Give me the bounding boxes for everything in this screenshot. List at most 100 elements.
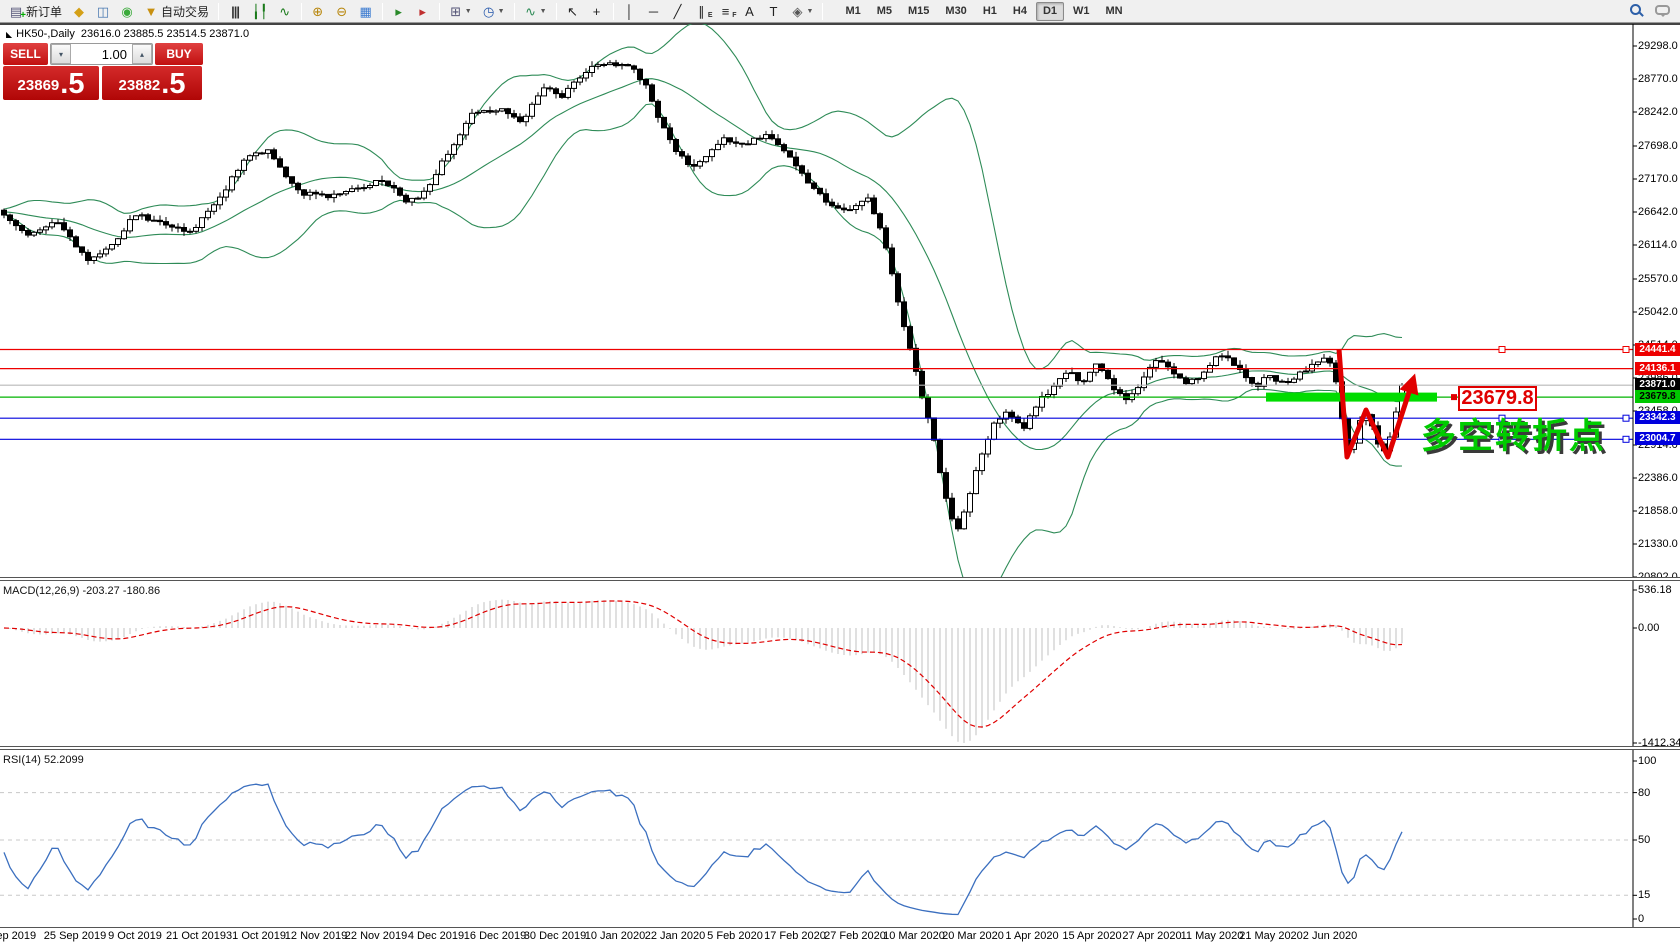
turning-point-annotation[interactable]: 多空转折点	[1421, 408, 1606, 459]
cursor-button[interactable]: ↖	[562, 1, 584, 21]
rsi-panel[interactable]	[0, 750, 1680, 927]
volume-up-button[interactable]: ▴	[132, 44, 152, 64]
candle	[1039, 391, 1045, 412]
macd-panel[interactable]	[0, 581, 1680, 746]
line-chart-button[interactable]: ∿	[274, 1, 296, 21]
candle	[961, 509, 967, 530]
signals-button[interactable]: ◉	[116, 1, 138, 21]
candle	[577, 75, 583, 86]
candle	[1147, 364, 1153, 380]
search-icon[interactable]	[1630, 4, 1641, 15]
candle	[895, 271, 901, 306]
timeframe-d1[interactable]: D1	[1035, 1, 1064, 21]
date-label: 15 Apr 2020	[1062, 930, 1122, 942]
timeframe-h4[interactable]: H4	[1006, 2, 1034, 21]
crosshair-button[interactable]: +	[586, 1, 608, 21]
horizontal-line-button[interactable]: ─	[643, 1, 665, 21]
bar-chart-icon: |||	[231, 3, 240, 19]
trendline-anchor-handle[interactable]	[1451, 394, 1457, 401]
chevron-down-icon: ▼	[806, 7, 814, 15]
candle	[319, 190, 325, 197]
timeframe-m30[interactable]: M30	[938, 2, 973, 21]
candle	[265, 149, 271, 159]
candle	[1285, 377, 1291, 386]
candle	[199, 217, 205, 232]
trendline-button[interactable]: ╱	[667, 1, 689, 21]
timeframe-m1[interactable]: M1	[838, 2, 867, 21]
candle	[427, 183, 433, 196]
timeframe-m15[interactable]: M15	[901, 2, 936, 21]
candle	[223, 185, 229, 202]
volume-stepper[interactable]: ▾ 1.00 ▴	[50, 43, 153, 65]
candle	[805, 169, 811, 184]
channel-button[interactable]: ∥ E	[691, 1, 712, 21]
chat-icon[interactable]	[1655, 4, 1670, 17]
timeframe-h1[interactable]: H1	[976, 2, 1004, 21]
buy-button[interactable]: BUY	[155, 43, 203, 65]
zoom-out-button[interactable]: ⊖	[331, 1, 353, 21]
candle	[421, 187, 427, 201]
candle	[1075, 372, 1081, 386]
price-tick-label: 28770.0	[1638, 73, 1678, 85]
fibonacci-button[interactable]: ≡ F	[715, 1, 737, 21]
candle	[397, 186, 403, 197]
sell-price-display[interactable]: 23869 .5	[3, 66, 99, 100]
volume-down-button[interactable]: ▾	[51, 44, 71, 64]
arrows-button[interactable]: ◈ ▼	[787, 1, 818, 21]
candle	[769, 130, 775, 141]
zoom-in-button[interactable]: ⊕	[307, 1, 329, 21]
support-highlight-bar[interactable]	[1266, 392, 1437, 402]
main-toolbar: ▤ + 新订单 ◆ ◫ ◉ ▼ 自动交易 ||| ╽╿ ∿ ⊕ ⊖ ▦ ▸ ▸ ⊞ ▼ ◷ ▼ ∿ ▼ ↖ + │ ─ ╱ ∥ E ≡ F A…	[0, 0, 1680, 23]
main-price-chart[interactable]	[0, 24, 1680, 577]
timeframe-toolbar: M1 M5 M15 M30 H1 H4 D1 W1 MN	[837, 1, 1130, 21]
line-anchor-handle[interactable]	[1498, 346, 1506, 353]
candle	[523, 113, 529, 127]
candle	[511, 109, 517, 119]
auto-scroll-icon: ▸	[395, 3, 402, 19]
rsi-axis-label: 80	[1638, 786, 1651, 799]
candle-chart-button[interactable]: ╽╿	[248, 1, 272, 21]
candle	[871, 194, 877, 215]
candle	[211, 203, 217, 215]
new-chart-button[interactable]: ⊞ ▼	[445, 1, 476, 21]
bar-chart-button[interactable]: |||	[224, 1, 246, 21]
price-badge-24441.4: 24441.4	[1635, 342, 1680, 356]
candle	[85, 249, 91, 265]
line-anchor-handle[interactable]	[1622, 435, 1630, 443]
autotrading-button[interactable]: ▼ 自动交易	[140, 1, 213, 21]
line-anchor-handle[interactable]	[1622, 346, 1630, 353]
strategy-tester-button[interactable]: ◫	[92, 1, 114, 21]
chart-shift-button[interactable]: ▸	[412, 1, 434, 21]
line-anchor-handle[interactable]	[1622, 414, 1630, 422]
indicators-button[interactable]: ∿ ▼	[520, 1, 551, 21]
new-order-button[interactable]: ▤ + 新订单	[5, 1, 66, 21]
candle	[1081, 379, 1087, 386]
timeframe-mn[interactable]: MN	[1099, 2, 1130, 21]
candle	[1237, 360, 1243, 373]
bollinger-upper-band	[3, 24, 1403, 370]
toolbar-separator	[300, 2, 302, 20]
date-label: 12 Nov 2019	[284, 930, 348, 942]
timeframe-w1[interactable]: W1	[1066, 2, 1097, 21]
market-watch-button[interactable]: ◆	[68, 1, 90, 21]
candle	[955, 515, 961, 532]
zoom-out-icon: ⊖	[336, 3, 348, 19]
label-button[interactable]: T	[763, 1, 785, 21]
tile-windows-button[interactable]: ▦	[355, 1, 377, 21]
vertical-line-button[interactable]: │	[619, 1, 641, 21]
text-button[interactable]: A	[739, 1, 761, 21]
candle	[1225, 350, 1231, 362]
auto-scroll-button[interactable]: ▸	[388, 1, 410, 21]
candle	[277, 156, 283, 168]
candle	[31, 230, 37, 237]
timeframe-m5[interactable]: M5	[870, 2, 899, 21]
volume-input[interactable]: 1.00	[71, 44, 132, 64]
panel-splitter-macd[interactable]	[0, 577, 1680, 581]
candle	[181, 223, 187, 236]
sell-button[interactable]: SELL	[3, 43, 48, 65]
panel-splitter-rsi[interactable]	[0, 746, 1680, 750]
candle	[373, 180, 379, 187]
candle	[865, 193, 871, 204]
profiles-button[interactable]: ◷ ▼	[478, 1, 509, 21]
buy-price-display[interactable]: 23882 .5	[102, 66, 202, 100]
